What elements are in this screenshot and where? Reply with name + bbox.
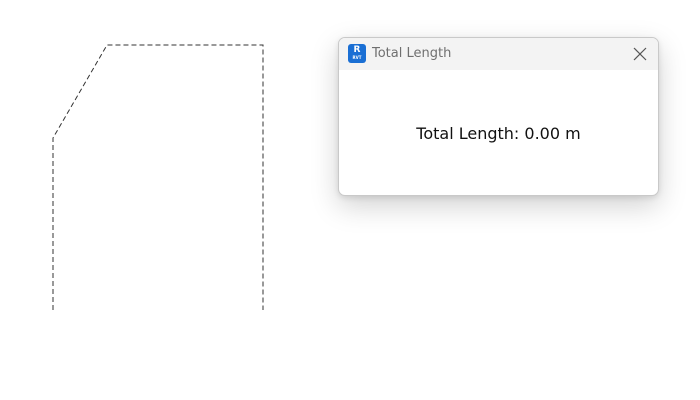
total-length-dialog[interactable]: R RVT Total Length Total Length: 0.00 m <box>338 37 659 196</box>
close-icon <box>633 47 647 61</box>
app-icon-glyph: R <box>353 45 361 55</box>
dashed-polyline <box>52 44 264 310</box>
revit-app-icon: R RVT <box>348 44 366 63</box>
total-length-label: Total Length: 0.00 m <box>416 124 581 143</box>
dialog-body: Total Length: 0.00 m <box>339 70 658 195</box>
close-button[interactable] <box>632 46 648 62</box>
app-icon-subtext: RVT <box>352 55 362 60</box>
dialog-titlebar[interactable]: R RVT Total Length <box>339 38 658 70</box>
dialog-title: Total Length <box>372 46 452 61</box>
